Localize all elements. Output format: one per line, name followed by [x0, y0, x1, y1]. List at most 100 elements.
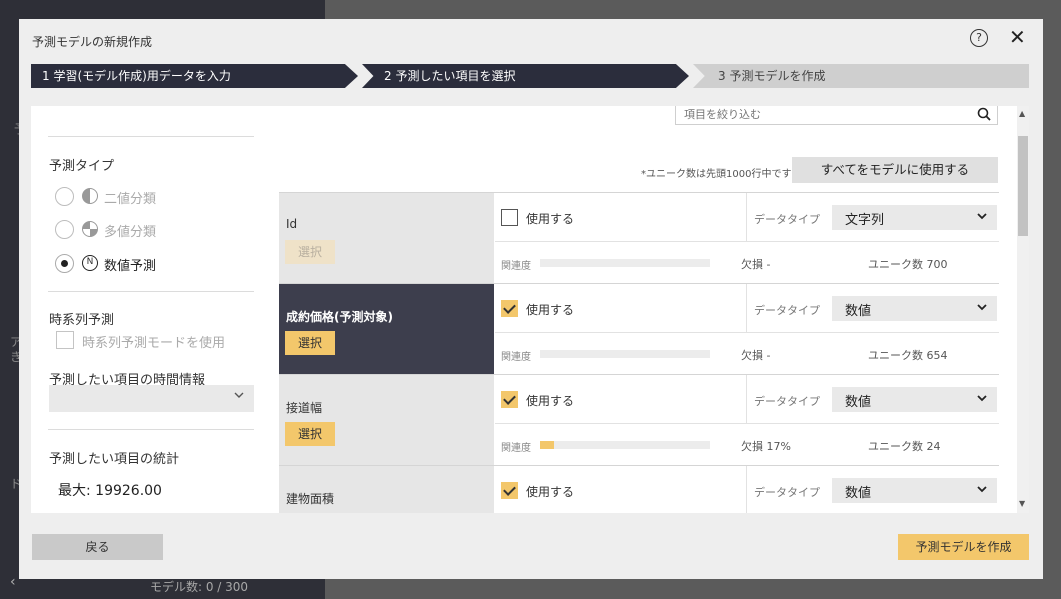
relevance-label: 関連度	[501, 352, 531, 363]
missing-rate: 欠損 -	[741, 349, 771, 362]
relevance-bar	[540, 350, 710, 358]
missing-rate: 欠損 17%	[741, 440, 791, 453]
column-stats: 関連度 欠損 - ユニーク数 654	[495, 334, 999, 375]
column-row: Id 選択 使用する データタイプ 文字列 関連度 欠損 - ユニーク数 700	[279, 192, 999, 284]
timeseries-checkbox[interactable]	[56, 331, 74, 349]
data-type-value: 数値	[845, 304, 872, 319]
timeseries-heading: 時系列予測	[49, 313, 115, 328]
chevron-down-icon	[977, 486, 987, 493]
model-count: モデル数: 0 / 300	[150, 580, 249, 594]
time-info-select[interactable]	[49, 385, 254, 412]
settings-sidebar: 予測タイプ 二値分類 多値分類 N 数値予測 時系列予測 時系列予測モードを使用…	[31, 106, 279, 513]
relevance-bar	[540, 441, 710, 449]
column-usage: 使用する データタイプ 数値	[495, 284, 999, 333]
data-type-value: 数値	[845, 395, 872, 410]
back-button[interactable]: 戻る	[32, 534, 163, 560]
chevron-down-icon	[234, 392, 244, 398]
relevance-label: 関連度	[501, 443, 531, 454]
data-type-select[interactable]: 数値	[832, 478, 997, 503]
column-name-cell: 建物面積 選択	[279, 466, 494, 513]
use-checkbox[interactable]	[501, 391, 518, 408]
column-usage: 使用する データタイプ 数値	[495, 466, 999, 513]
radio-binary[interactable]	[55, 187, 74, 206]
chevron-down-icon	[977, 395, 987, 402]
radio-multiclass[interactable]	[55, 220, 74, 239]
step-3: 3 予測モデルを作成	[693, 64, 1029, 88]
data-type-select[interactable]: 数値	[832, 296, 997, 321]
use-label: 使用する	[526, 212, 575, 226]
search-icon[interactable]	[977, 106, 991, 123]
select-button[interactable]: 選択	[285, 422, 335, 446]
column-row: 建物面積 選択 使用する データタイプ 数値	[279, 465, 999, 513]
close-icon[interactable]: ✕	[1009, 26, 1026, 48]
divider	[48, 291, 254, 292]
search-input[interactable]	[684, 106, 964, 123]
divider	[48, 429, 254, 430]
numeric-icon: N	[82, 255, 98, 271]
pie-icon	[82, 221, 98, 237]
data-type-label: データタイプ	[754, 395, 820, 408]
column-row: 接道幅 選択 使用する データタイプ 数値 関連度 欠損 17% ユニーク数 2…	[279, 374, 999, 466]
column-usage: 使用する データタイプ 数値	[495, 375, 999, 424]
divider	[48, 136, 254, 137]
create-model-button[interactable]: 予測モデルを作成	[898, 534, 1029, 560]
use-checkbox[interactable]	[501, 300, 518, 317]
column-name: Id	[286, 217, 298, 231]
use-all-button[interactable]: すべてをモデルに使用する	[792, 157, 998, 183]
data-type-select[interactable]: 文字列	[832, 205, 997, 230]
step-2: 2 予測したい項目を選択	[362, 64, 689, 88]
divider	[746, 193, 747, 242]
half-circle-icon	[82, 188, 98, 204]
use-checkbox[interactable]	[501, 209, 518, 226]
chevron-left-icon[interactable]: ‹	[10, 574, 16, 590]
divider	[746, 284, 747, 333]
chevron-down-icon	[977, 213, 987, 220]
search-box	[675, 106, 998, 125]
unique-count: ユニーク数 700	[868, 258, 948, 271]
data-type-value: 文字列	[845, 213, 885, 228]
radio-numeric[interactable]	[55, 254, 74, 273]
use-checkbox[interactable]	[501, 482, 518, 499]
data-type-value: 数値	[845, 486, 872, 501]
data-type-label: データタイプ	[754, 213, 820, 226]
stats-heading: 予測したい項目の統計	[49, 452, 180, 467]
timeseries-label: 時系列予測モードを使用	[82, 336, 226, 351]
column-usage: 使用する データタイプ 文字列	[495, 193, 999, 242]
unique-count: ユニーク数 24	[868, 440, 941, 453]
column-name-cell: 接道幅 選択	[279, 375, 494, 466]
step-progress: 1 学習(モデル作成)用データを入力 2 予測したい項目を選択 3 予測モデルを…	[31, 64, 1029, 88]
column-stats: 関連度 欠損 - ユニーク数 700	[495, 243, 999, 284]
data-type-label: データタイプ	[754, 486, 820, 499]
create-model-dialog: 予測モデルの新規作成 ? ✕ 1 学習(モデル作成)用データを入力 2 予測した…	[19, 19, 1043, 579]
relevance-bar	[540, 259, 710, 267]
use-label: 使用する	[526, 303, 575, 317]
step-1: 1 学習(モデル作成)用データを入力	[31, 64, 358, 88]
divider	[746, 466, 747, 513]
radio-binary-label: 二値分類	[104, 192, 157, 207]
unique-count: ユニーク数 654	[868, 349, 948, 362]
radio-numeric-label: 数値予測	[104, 259, 157, 274]
use-label: 使用する	[526, 394, 575, 408]
relevance-fill	[540, 441, 554, 449]
column-name: 建物面積	[286, 492, 335, 506]
column-name-cell: 成約価格(予測対象) 選択	[279, 284, 494, 375]
scrollbar[interactable]: ▲ ▼	[1017, 106, 1029, 513]
scroll-down-icon[interactable]: ▼	[1019, 499, 1025, 508]
scroll-up-icon[interactable]: ▲	[1019, 109, 1025, 118]
help-icon[interactable]: ?	[970, 29, 988, 47]
data-type-label: データタイプ	[754, 304, 820, 317]
data-type-select[interactable]: 数値	[832, 387, 997, 412]
unique-count-note: *ユニーク数は先頭1000行中です	[641, 169, 792, 180]
scrollbar-thumb[interactable]	[1018, 136, 1028, 236]
stats-max: 最大: 19926.00	[58, 483, 162, 499]
column-name-cell: Id 選択	[279, 193, 494, 284]
use-label: 使用する	[526, 485, 575, 499]
content-panel: 予測タイプ 二値分類 多値分類 N 数値予測 時系列予測 時系列予測モードを使用…	[31, 106, 1029, 513]
missing-rate: 欠損 -	[741, 258, 771, 271]
chevron-down-icon	[977, 304, 987, 311]
select-button[interactable]: 選択	[285, 331, 335, 355]
columns-area: *ユニーク数は先頭1000行中です すべてをモデルに使用する Id 選択 使用す…	[279, 106, 1019, 513]
select-button[interactable]: 選択	[285, 240, 335, 264]
prediction-type-heading: 予測タイプ	[49, 159, 115, 174]
column-row: 成約価格(予測対象) 選択 使用する データタイプ 数値 関連度 欠損 - ユニ…	[279, 283, 999, 375]
